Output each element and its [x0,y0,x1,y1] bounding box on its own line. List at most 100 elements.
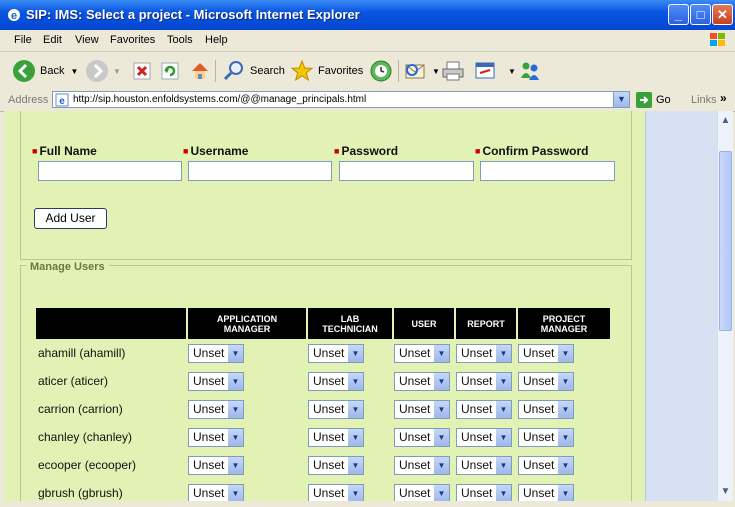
role-select[interactable]: Unset ▼ [456,371,512,391]
chevron-down-icon[interactable]: ▼ [496,456,511,474]
chevron-down-icon[interactable]: ▼ [496,484,511,501]
chevron-down-icon[interactable]: ▼ [558,484,573,501]
role-select[interactable]: Unset ▼ [518,399,574,419]
chevron-down-icon[interactable]: ▼ [558,344,573,362]
role-select[interactable]: Unset ▼ [394,483,450,501]
chevron-down-icon[interactable]: ▼ [228,456,243,474]
links-more-icon[interactable]: » [720,91,727,105]
role-select[interactable]: Unset ▼ [308,371,364,391]
chevron-down-icon[interactable]: ▼ [496,400,511,418]
go-button[interactable]: Go [636,92,671,108]
role-select[interactable]: Unset ▼ [394,427,450,447]
chevron-down-icon[interactable]: ▼ [348,484,363,501]
chevron-down-icon[interactable]: ▼ [434,428,449,446]
chevron-down-icon[interactable]: ▼ [228,400,243,418]
role-select[interactable]: Unset ▼ [518,455,574,475]
edit-dropdown-icon[interactable]: ▼ [508,67,516,76]
add-user-button[interactable]: Add User [34,208,107,229]
role-select[interactable]: Unset ▼ [308,455,364,475]
chevron-down-icon[interactable]: ▼ [348,400,363,418]
chevron-down-icon[interactable]: ▼ [228,372,243,390]
role-select[interactable]: Unset ▼ [518,483,574,501]
menu-favorites[interactable]: Favorites [110,34,155,46]
messenger-button[interactable] [518,58,546,84]
role-select[interactable]: Unset ▼ [188,371,244,391]
chevron-down-icon[interactable]: ▼ [434,372,449,390]
refresh-button[interactable] [160,58,184,84]
chevron-down-icon[interactable]: ▼ [558,428,573,446]
role-select[interactable]: Unset ▼ [518,427,574,447]
confirm-password-input[interactable] [480,161,615,181]
chevron-down-icon[interactable]: ▼ [558,400,573,418]
address-dropdown-icon[interactable]: ▼ [613,92,629,107]
role-select[interactable]: Unset ▼ [456,427,512,447]
scroll-up-icon[interactable]: ▲ [718,113,733,128]
chevron-down-icon[interactable]: ▼ [348,344,363,362]
address-input[interactable]: e http://sip.houston.enfoldsystems.com/@… [52,91,630,108]
chevron-down-icon[interactable]: ▼ [434,484,449,501]
menu-tools[interactable]: Tools [167,34,193,46]
stop-button[interactable] [132,58,156,84]
vertical-scrollbar[interactable]: ▲ ▼ [717,111,733,501]
chevron-down-icon[interactable]: ▼ [558,372,573,390]
role-select[interactable]: Unset ▼ [456,399,512,419]
menu-help[interactable]: Help [205,34,228,46]
back-button[interactable]: Back ▼ [12,58,78,84]
minimize-button[interactable]: _ [668,4,689,25]
chevron-down-icon[interactable]: ▼ [348,456,363,474]
chevron-down-icon[interactable]: ▼ [434,400,449,418]
role-select[interactable]: Unset ▼ [308,427,364,447]
maximize-button[interactable]: □ [690,4,711,25]
chevron-down-icon[interactable]: ▼ [228,344,243,362]
role-select[interactable]: Unset ▼ [394,371,450,391]
password-input[interactable] [339,161,474,181]
chevron-down-icon[interactable]: ▼ [434,344,449,362]
role-select[interactable]: Unset ▼ [308,483,364,501]
chevron-down-icon[interactable]: ▼ [496,428,511,446]
username-input[interactable] [188,161,332,181]
menu-edit[interactable]: Edit [43,34,62,46]
history-button[interactable] [369,58,397,84]
role-select[interactable]: Unset ▼ [188,343,244,363]
chevron-down-icon[interactable]: ▼ [496,344,511,362]
role-select[interactable]: Unset ▼ [456,455,512,475]
forward-button[interactable]: ▼ [85,58,121,84]
role-select[interactable]: Unset ▼ [456,343,512,363]
forward-dropdown-icon[interactable]: ▼ [113,67,121,76]
mail-dropdown-icon[interactable]: ▼ [432,67,440,76]
title-bar[interactable]: e SIP: IMS: Select a project - Microsoft… [0,0,735,30]
role-select[interactable]: Unset ▼ [188,455,244,475]
chevron-down-icon[interactable]: ▼ [228,484,243,501]
chevron-down-icon[interactable]: ▼ [228,428,243,446]
role-select[interactable]: Unset ▼ [456,483,512,501]
role-select[interactable]: Unset ▼ [518,371,574,391]
role-select[interactable]: Unset ▼ [518,343,574,363]
links-label[interactable]: Links [691,94,717,106]
chevron-down-icon[interactable]: ▼ [434,456,449,474]
role-select[interactable]: Unset ▼ [188,399,244,419]
favorites-button[interactable]: Favorites [290,58,363,84]
chevron-down-icon[interactable]: ▼ [348,372,363,390]
print-button[interactable] [441,58,469,84]
scroll-thumb[interactable] [719,151,732,331]
menu-file[interactable]: File [14,34,32,46]
back-dropdown-icon[interactable]: ▼ [70,67,78,76]
scroll-down-icon[interactable]: ▼ [718,484,733,499]
role-select[interactable]: Unset ▼ [394,399,450,419]
full-name-input[interactable] [38,161,182,181]
role-select[interactable]: Unset ▼ [308,343,364,363]
chevron-down-icon[interactable]: ▼ [496,372,511,390]
role-select[interactable]: Unset ▼ [394,455,450,475]
edit-button[interactable]: ▼ [474,58,516,84]
menu-view[interactable]: View [75,34,99,46]
role-select[interactable]: Unset ▼ [308,399,364,419]
chevron-down-icon[interactable]: ▼ [558,456,573,474]
mail-button[interactable]: ▼ [404,58,440,84]
role-select[interactable]: Unset ▼ [188,427,244,447]
close-button[interactable]: ✕ [712,4,733,25]
home-button[interactable] [189,58,215,84]
search-button[interactable]: Search [222,58,285,84]
role-select[interactable]: Unset ▼ [394,343,450,363]
role-select[interactable]: Unset ▼ [188,483,244,501]
chevron-down-icon[interactable]: ▼ [348,428,363,446]
